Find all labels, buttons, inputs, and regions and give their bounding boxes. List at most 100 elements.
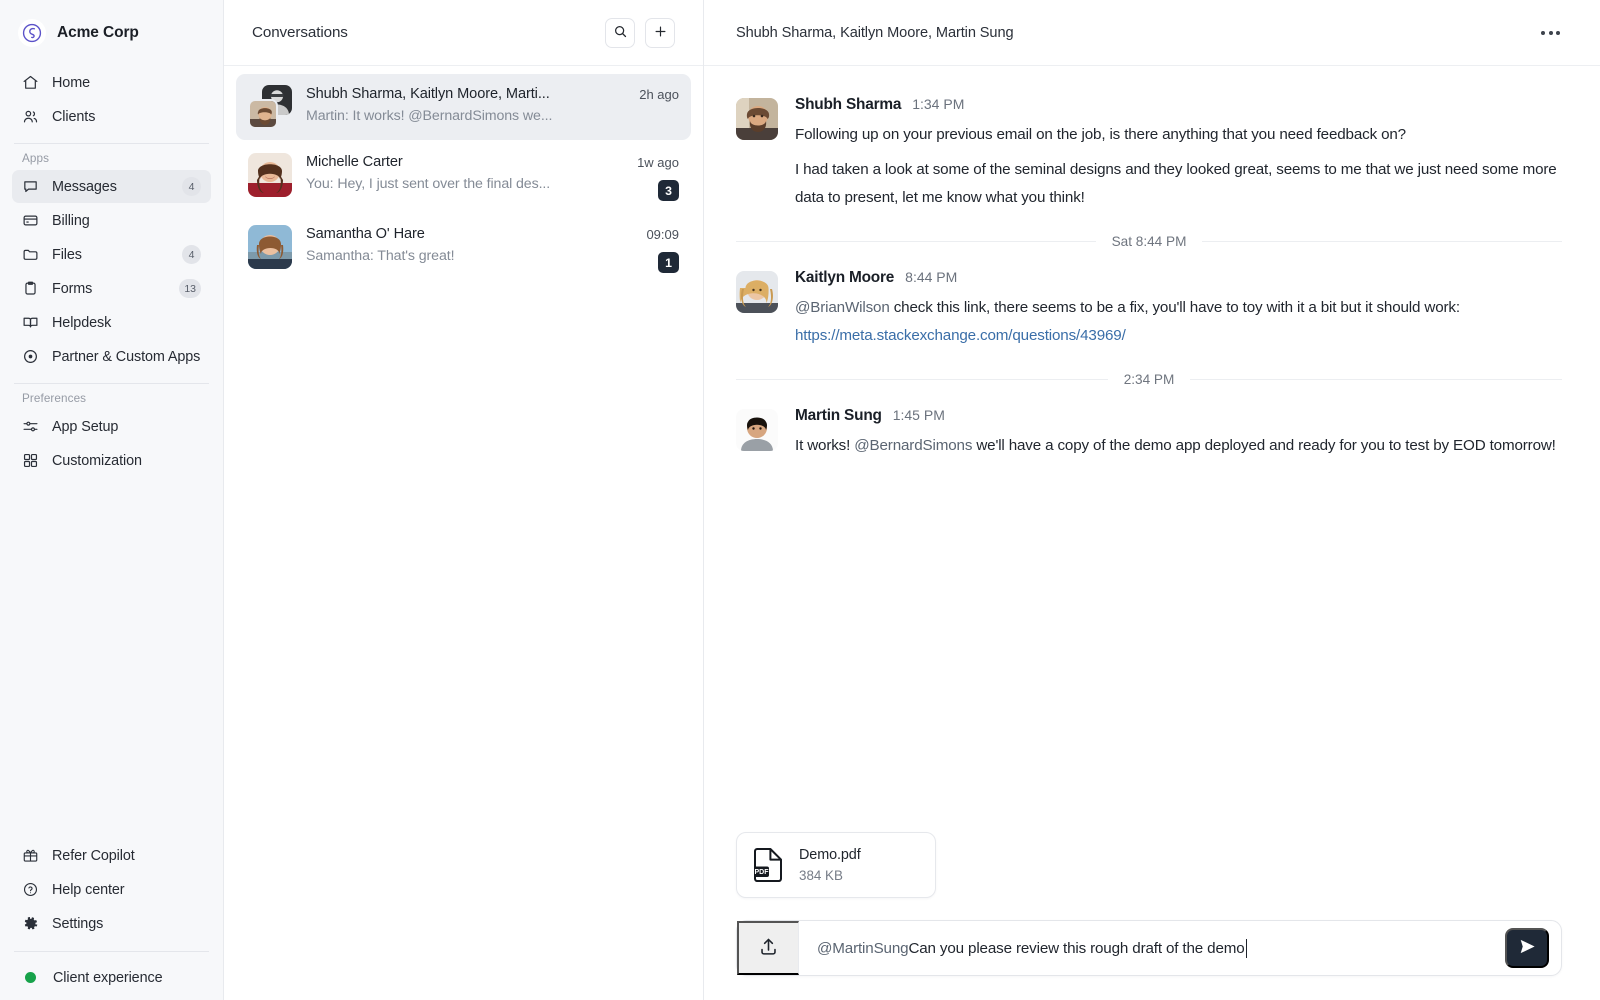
sidebar-spacer xyxy=(12,477,211,839)
date-divider: 2:34 PM xyxy=(736,362,1562,399)
sidebar-section-apps: Apps xyxy=(12,152,211,170)
message-composer[interactable]: @MartinSung Can you please review this r… xyxy=(736,920,1562,976)
sidebar-item-label: Customization xyxy=(52,453,201,469)
search-icon xyxy=(613,24,628,42)
copilot-swirl-logo-icon xyxy=(18,19,46,47)
sidebar-divider-status xyxy=(14,951,209,952)
upload-icon xyxy=(758,936,779,960)
sidebar-section-preferences: Preferences xyxy=(12,392,211,410)
sidebar: Acme Corp Home Clients Apps xyxy=(0,0,224,1000)
message-text-body: we'll have a copy of the demo app deploy… xyxy=(972,437,1555,454)
list-item-meta: 1w ago 3 xyxy=(637,153,679,201)
message-header: Shubh Sharma 1:34 PM xyxy=(795,96,1562,114)
sidebar-item-files[interactable]: Files 4 xyxy=(12,238,211,271)
sidebar-item-forms[interactable]: Forms 13 xyxy=(12,272,211,305)
list-item-meta: 2h ago xyxy=(639,85,679,102)
new-conversation-button[interactable] xyxy=(645,18,675,48)
conversation-name: Shubh Sharma, Kaitlyn Moore, Marti... xyxy=(306,86,574,102)
chat-bubble-icon xyxy=(22,178,39,195)
divider-label: 2:34 PM xyxy=(1124,372,1175,387)
list-item[interactable]: Shubh Sharma, Kaitlyn Moore, Marti... Ma… xyxy=(236,74,691,140)
message: Shubh Sharma 1:34 PM Following up on you… xyxy=(736,88,1562,224)
brand-name: Acme Corp xyxy=(57,24,139,42)
sidebar-badge-forms: 13 xyxy=(179,279,201,298)
sidebar-item-label: Billing xyxy=(52,213,201,229)
sidebar-item-clients[interactable]: Clients xyxy=(12,100,211,133)
group-avatar xyxy=(248,85,292,129)
attachment-size: 384 KB xyxy=(799,868,861,883)
divider-rule xyxy=(1190,379,1562,380)
composer-mention: @MartinSung xyxy=(817,940,908,957)
sidebar-divider-apps xyxy=(14,143,209,144)
sidebar-item-app-setup[interactable]: App Setup xyxy=(12,410,211,443)
conversation-header-actions xyxy=(605,18,675,48)
attachment-card[interactable]: PDF Demo.pdf 384 KB xyxy=(736,832,936,898)
sliders-icon xyxy=(22,418,39,435)
message-body: Kaitlyn Moore 8:44 PM @BrianWilson check… xyxy=(795,269,1562,350)
sidebar-item-settings[interactable]: Settings xyxy=(12,907,211,940)
divider-rule xyxy=(1202,241,1562,242)
sidebar-item-label: Settings xyxy=(52,916,201,932)
conversation-preview: You: Hey, I just sent over the final des… xyxy=(306,176,574,192)
list-item[interactable]: Samantha O' Hare Samantha: That's great!… xyxy=(236,214,691,284)
gear-icon xyxy=(22,915,39,932)
sidebar-preferences-nav: App Setup Customization xyxy=(12,410,211,477)
sidebar-item-messages[interactable]: Messages 4 xyxy=(12,170,211,203)
sidebar-item-partner-custom-apps[interactable]: Partner & Custom Apps xyxy=(12,340,211,373)
folder-icon xyxy=(22,246,39,263)
pdf-file-icon: PDF xyxy=(753,848,783,882)
target-icon xyxy=(22,348,39,365)
message-time: 8:44 PM xyxy=(905,269,957,285)
gift-icon xyxy=(22,847,39,864)
help-circle-icon xyxy=(22,881,39,898)
attachment-info: Demo.pdf 384 KB xyxy=(799,847,861,883)
message-input[interactable]: @MartinSung Can you please review this r… xyxy=(799,939,1505,958)
message-author: Martin Sung xyxy=(795,407,882,425)
message-link[interactable]: https://meta.stackexchange.com/questions… xyxy=(795,327,1126,344)
mention[interactable]: @BernardSimons xyxy=(854,437,972,454)
sidebar-item-help-center[interactable]: Help center xyxy=(12,873,211,906)
sidebar-item-label: Helpdesk xyxy=(52,315,201,331)
chat-header: Shubh Sharma, Kaitlyn Moore, Martin Sung xyxy=(704,0,1600,66)
divider-rule xyxy=(736,379,1108,380)
message-author: Kaitlyn Moore xyxy=(795,269,894,287)
message-text: Following up on your previous email on t… xyxy=(795,121,1562,149)
status-dot-icon xyxy=(25,972,36,983)
composer-area: PDF Demo.pdf 384 KB @MartinSung Can you … xyxy=(704,832,1600,1000)
upload-button[interactable] xyxy=(737,921,799,975)
message-text: I had taken a look at some of the semina… xyxy=(795,156,1562,212)
list-item[interactable]: Michelle Carter You: Hey, I just sent ov… xyxy=(236,142,691,212)
sidebar-item-customization[interactable]: Customization xyxy=(12,444,211,477)
send-icon xyxy=(1518,937,1537,959)
sidebar-badge-files: 4 xyxy=(182,245,201,264)
conversation-time: 2h ago xyxy=(639,87,679,102)
conversations-title: Conversations xyxy=(252,24,348,41)
sidebar-item-client-experience[interactable]: Client experience xyxy=(12,961,211,994)
message-body: Martin Sung 1:45 PM It works! @BernardSi… xyxy=(795,407,1562,460)
attachment-name: Demo.pdf xyxy=(799,847,861,863)
conversation-preview: Martin: It works! @BernardSimons we... xyxy=(306,108,574,124)
list-item-content: Shubh Sharma, Kaitlyn Moore, Marti... Ma… xyxy=(306,85,625,124)
sidebar-item-refer-copilot[interactable]: Refer Copilot xyxy=(12,839,211,872)
message-time: 1:34 PM xyxy=(912,96,964,112)
sidebar-item-billing[interactable]: Billing xyxy=(12,204,211,237)
brand[interactable]: Acme Corp xyxy=(12,0,211,66)
sidebar-item-label: Partner & Custom Apps xyxy=(52,349,201,365)
sidebar-item-helpdesk[interactable]: Helpdesk xyxy=(12,306,211,339)
message-time: 1:45 PM xyxy=(893,407,945,423)
send-button[interactable] xyxy=(1505,928,1549,968)
kaitlyn-avatar xyxy=(736,271,778,313)
divider-label: Sat 8:44 PM xyxy=(1112,234,1187,249)
grid-icon xyxy=(22,452,39,469)
conversation-name: Michelle Carter xyxy=(306,154,574,170)
sidebar-item-home[interactable]: Home xyxy=(12,66,211,99)
conversation-list: Shubh Sharma, Kaitlyn Moore, Marti... Ma… xyxy=(224,66,703,284)
search-button[interactable] xyxy=(605,18,635,48)
unread-badge: 1 xyxy=(658,252,679,273)
conversation-preview: Samantha: That's great! xyxy=(306,248,574,264)
unread-badge: 3 xyxy=(658,180,679,201)
mention[interactable]: @BrianWilson xyxy=(795,299,890,316)
message-thread: Shubh Sharma 1:34 PM Following up on you… xyxy=(704,66,1600,832)
conversation-list-header: Conversations xyxy=(224,0,703,66)
more-horizontal-icon[interactable] xyxy=(1539,25,1562,41)
